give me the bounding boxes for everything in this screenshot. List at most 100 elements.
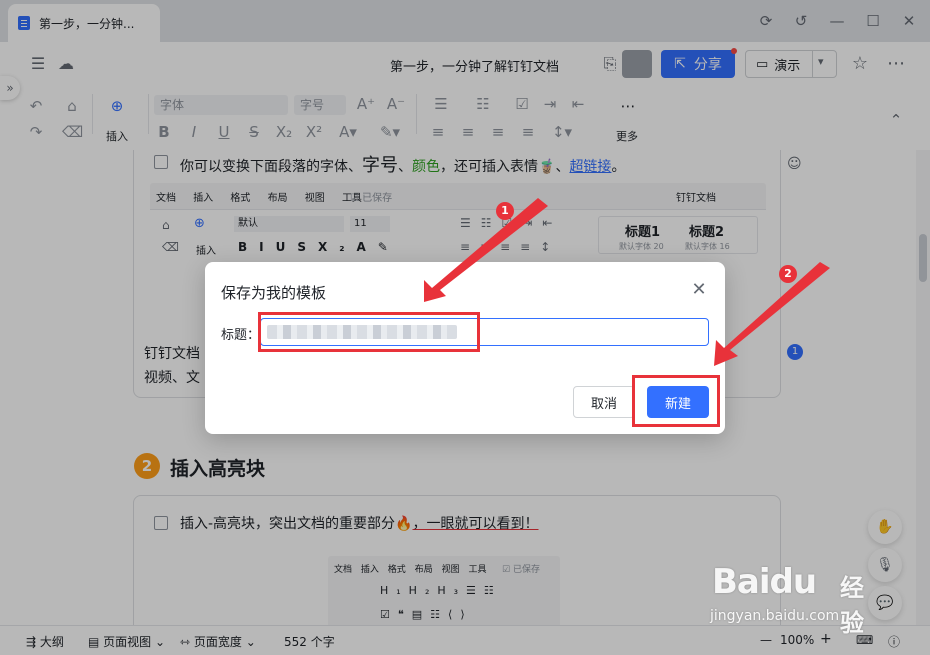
indent-icon[interactable]: ⇥ bbox=[540, 94, 560, 114]
gesture-icon[interactable]: ✋ bbox=[868, 510, 902, 544]
present-button[interactable]: ▭ 演示 ▾ bbox=[745, 50, 837, 78]
fire-emoji-icon: 🔥 bbox=[395, 516, 413, 532]
create-button[interactable]: 新建 bbox=[647, 386, 709, 418]
document-tab[interactable]: 第一步，一分钟... bbox=[8, 4, 160, 42]
mini-painter-icon: ⌂ bbox=[162, 218, 170, 232]
mini-menu: 文档 插入 格式 布局 视图 工具 bbox=[156, 193, 362, 204]
share-button[interactable]: ⇱ 分享 bbox=[661, 48, 737, 78]
superscript-icon[interactable]: X² bbox=[304, 122, 324, 142]
document-title: 第一步，一分钟了解钉钉文档 bbox=[390, 60, 560, 75]
task-checkbox[interactable] bbox=[154, 155, 168, 169]
maximize-icon[interactable]: ☐ bbox=[862, 10, 884, 32]
format-painter-icon[interactable]: ⌂ bbox=[62, 96, 82, 116]
help-icon[interactable]: ⓘ bbox=[888, 633, 900, 650]
document-icon bbox=[18, 16, 30, 30]
redo-icon[interactable]: ↷ bbox=[26, 122, 46, 142]
link-icon[interactable]: ⎘ bbox=[600, 54, 620, 74]
italic-icon[interactable]: I bbox=[184, 122, 204, 142]
watermark-jingyan: 经验 bbox=[840, 574, 864, 637]
comment-count-badge[interactable]: 1 bbox=[787, 344, 803, 360]
mini-heading1: 标题1 bbox=[625, 225, 661, 240]
present-icon: ▭ bbox=[756, 56, 769, 72]
present-dropdown-icon[interactable]: ▾ bbox=[818, 55, 824, 68]
more-label: 更多 bbox=[616, 130, 638, 143]
sync-icon[interactable]: ⟳ bbox=[755, 10, 777, 32]
numbered-list-icon[interactable]: ☷ bbox=[470, 94, 496, 114]
avatar[interactable] bbox=[622, 50, 652, 78]
history-icon[interactable]: ↺ bbox=[790, 10, 812, 32]
eraser-icon[interactable]: ⌫ bbox=[62, 122, 83, 142]
comment-icon[interactable]: ☺ bbox=[787, 156, 803, 172]
emoji-icon: 🧋 bbox=[538, 159, 556, 175]
outdent-icon[interactable]: ⇤ bbox=[568, 94, 588, 114]
collapse-toolbar-icon[interactable]: ⌃ bbox=[886, 110, 906, 130]
partial-paragraph-line-2: 视频、文 bbox=[144, 370, 200, 386]
hyperlink[interactable]: 超链接 bbox=[569, 159, 611, 175]
decrease-font-icon[interactable]: A⁻ bbox=[386, 94, 406, 114]
undo-icon[interactable]: ↶ bbox=[26, 96, 46, 116]
notification-dot bbox=[731, 48, 737, 54]
menu-icon[interactable]: ☰ bbox=[28, 54, 48, 74]
blurred-title-value bbox=[267, 325, 457, 339]
more-tools-icon[interactable]: ⋯ bbox=[618, 96, 638, 116]
mini-align-row: ≡≡≡≡↕ bbox=[460, 240, 561, 254]
more-icon[interactable]: ⋯ bbox=[886, 54, 906, 74]
checklist-icon[interactable]: ☑ bbox=[512, 94, 532, 114]
align-left-icon[interactable]: ≡ bbox=[428, 122, 448, 142]
window-titlebar: 第一步，一分钟... ⟳ ↺ — ☐ ✕ bbox=[0, 0, 930, 42]
size-select[interactable]: 字号 bbox=[294, 95, 346, 115]
justify-icon[interactable]: ≡ bbox=[518, 122, 538, 142]
font-select[interactable]: 字体 bbox=[154, 95, 288, 115]
close-icon[interactable]: ✕ bbox=[689, 280, 709, 300]
dialog-title: 保存为我的模板 bbox=[221, 284, 327, 302]
share-label: 分享 bbox=[693, 57, 722, 73]
section-number-badge: 2 bbox=[134, 453, 160, 479]
bold-icon[interactable]: B bbox=[154, 122, 174, 142]
align-right-icon[interactable]: ≡ bbox=[488, 122, 508, 142]
watermark-brand: Baidu bbox=[712, 562, 817, 602]
paragraph-text: 你可以变换下面段落的字体、字号、颜色，还可插入表情🧋、超链接。 bbox=[180, 155, 626, 176]
outline-button[interactable]: ⇶ 大纲 bbox=[26, 633, 64, 650]
scrollbar[interactable] bbox=[916, 150, 930, 625]
save-template-dialog: 保存为我的模板 ✕ 标题： 取消 新建 bbox=[205, 262, 725, 434]
font-color-icon[interactable]: A▾ bbox=[334, 122, 362, 142]
subscript-icon[interactable]: X₂ bbox=[274, 122, 294, 142]
share-icon: ⇱ bbox=[674, 56, 686, 72]
cancel-button[interactable]: 取消 bbox=[573, 386, 635, 418]
mini2-heading-row: H₁H₂H₃☰☷ bbox=[380, 584, 502, 597]
line-spacing-icon[interactable]: ↕▾ bbox=[548, 122, 576, 142]
strikethrough-icon[interactable]: S bbox=[244, 122, 264, 142]
mini-heading2: 标题2 bbox=[689, 225, 725, 240]
present-label: 演示 bbox=[774, 58, 801, 74]
baidu-watermark: Baidu 经验 jingyan.baidu.com bbox=[700, 556, 880, 637]
mini-size-select: 11 bbox=[350, 216, 390, 232]
underline-icon[interactable]: U bbox=[214, 122, 234, 142]
mini-font-select: 默认 bbox=[234, 216, 344, 232]
mini-format-row: BIUSX₂A✎ bbox=[238, 240, 400, 254]
star-icon[interactable]: ☆ bbox=[850, 54, 870, 74]
close-window-icon[interactable]: ✕ bbox=[898, 10, 920, 32]
editor-header: ☰ ☁ 第一步，一分钟了解钉钉文档 ⎘ ⇱ 分享 ▭ 演示 ▾ ☆ ⋯ ↶ ↷ … bbox=[0, 42, 930, 150]
highlight-paragraph: 插入-高亮块，突出文档的重要部分🔥，一眼就可以看到！ bbox=[180, 516, 539, 532]
partial-paragraph-line: 钉钉文档 bbox=[144, 346, 200, 362]
mini2-insert-row: ☑❝▤☷⟨⟩ bbox=[380, 608, 473, 621]
increase-font-icon[interactable]: A⁺ bbox=[356, 94, 376, 114]
highlight-block: 插入-高亮块，突出文档的重要部分🔥，一眼就可以看到！ 文档 插入 格式 布局 视… bbox=[133, 495, 781, 625]
task-checkbox-2[interactable] bbox=[154, 516, 168, 530]
minimize-icon[interactable]: — bbox=[826, 10, 848, 32]
page-width-button[interactable]: ⇿ 页面宽度 ⌄ bbox=[180, 633, 256, 650]
cloud-icon: ☁ bbox=[58, 54, 74, 73]
highlight-icon[interactable]: ✎▾ bbox=[376, 122, 404, 142]
annotation-badge-2: 2 bbox=[779, 265, 797, 283]
scrollbar-thumb[interactable] bbox=[919, 234, 927, 282]
partial-paragraph-tail: 、 bbox=[726, 346, 740, 362]
mini-doc-title: 钉钉文档 bbox=[676, 193, 716, 204]
title-field-label: 标题： bbox=[221, 328, 261, 343]
embedded-screenshot: 文档 插入 格式 布局 视图 工具 ☑ 已保存 钉钉文档 ⌂ ⌫ ⊕ 插入 默认… bbox=[150, 183, 766, 273]
insert-icon[interactable]: ⊕ bbox=[104, 96, 130, 116]
word-count: 552 个字 bbox=[284, 635, 335, 649]
mini-eraser-icon: ⌫ bbox=[162, 240, 179, 254]
bullet-list-icon[interactable]: ☰ bbox=[428, 94, 454, 114]
page-view-button[interactable]: ▤ 页面视图 ⌄ bbox=[88, 633, 165, 650]
align-center-icon[interactable]: ≡ bbox=[458, 122, 478, 142]
